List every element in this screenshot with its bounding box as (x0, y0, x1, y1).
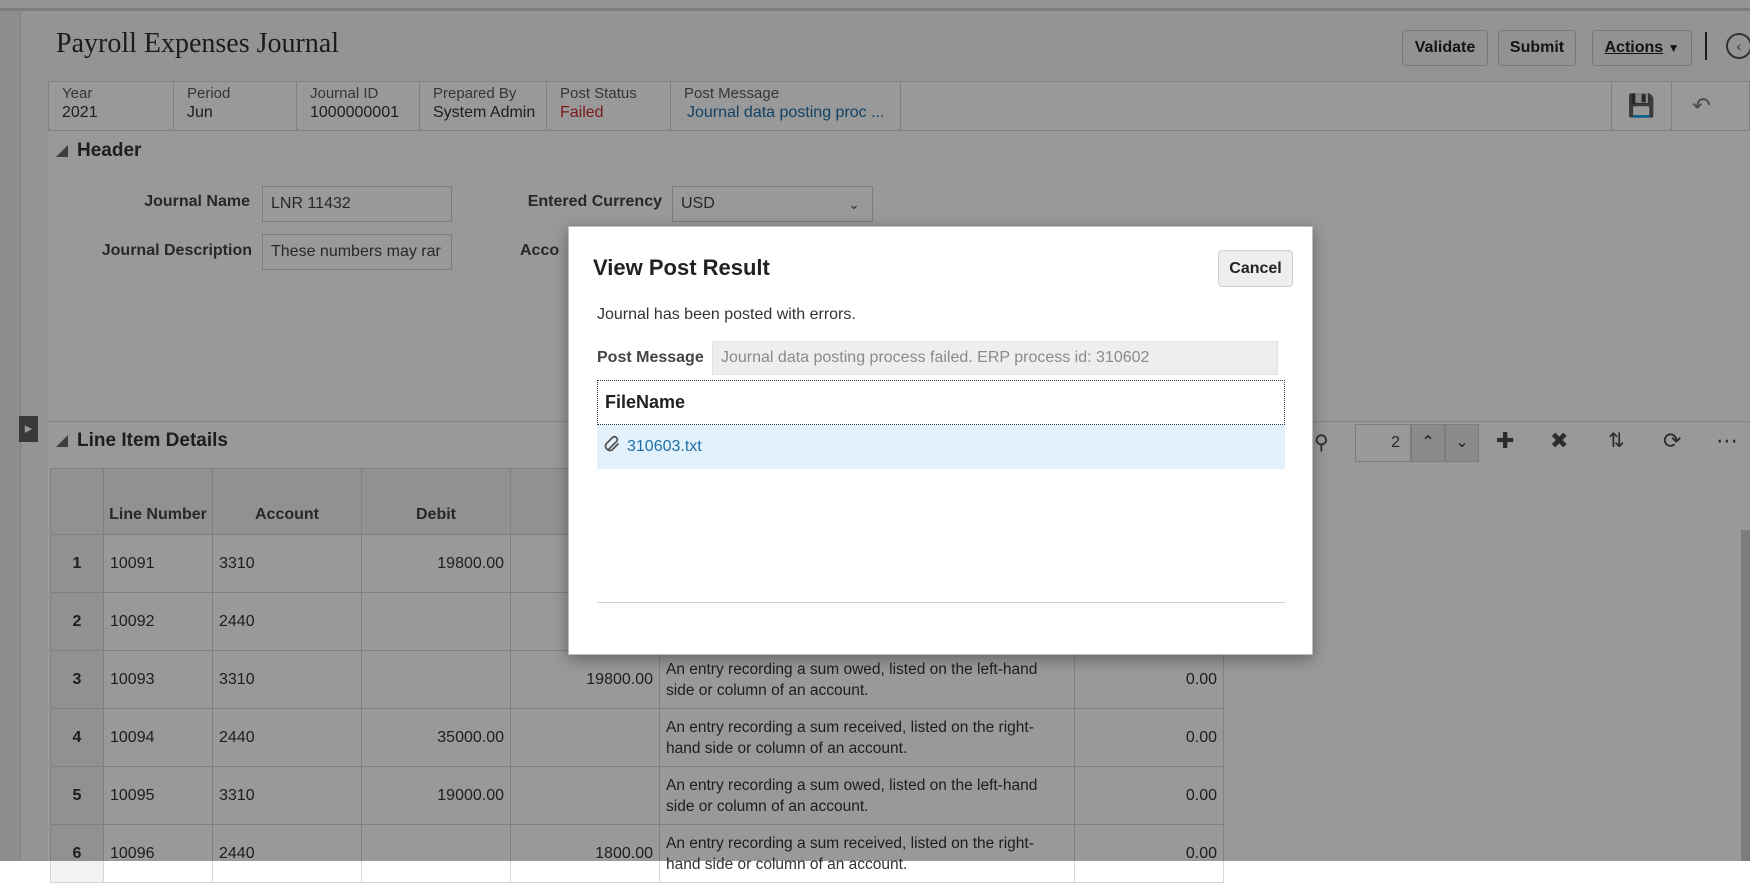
dialog-footer-divider (597, 602, 1285, 603)
cancel-button[interactable]: Cancel (1218, 250, 1293, 287)
view-post-result-dialog: View Post Result Cancel Journal has been… (568, 226, 1313, 655)
dialog-message: Journal has been posted with errors. (597, 306, 856, 323)
filename-column-header[interactable]: FileName (597, 380, 1285, 425)
post-message-label: Post Message (597, 349, 704, 366)
post-message-field: Journal data posting process failed. ERP… (712, 341, 1278, 375)
file-row[interactable]: 310603.txt (597, 425, 1285, 469)
file-link[interactable]: 310603.txt (627, 438, 702, 455)
filename-table: FileName 310603.txt (597, 380, 1285, 469)
dialog-title: View Post Result (593, 255, 770, 280)
paperclip-icon (604, 435, 619, 452)
